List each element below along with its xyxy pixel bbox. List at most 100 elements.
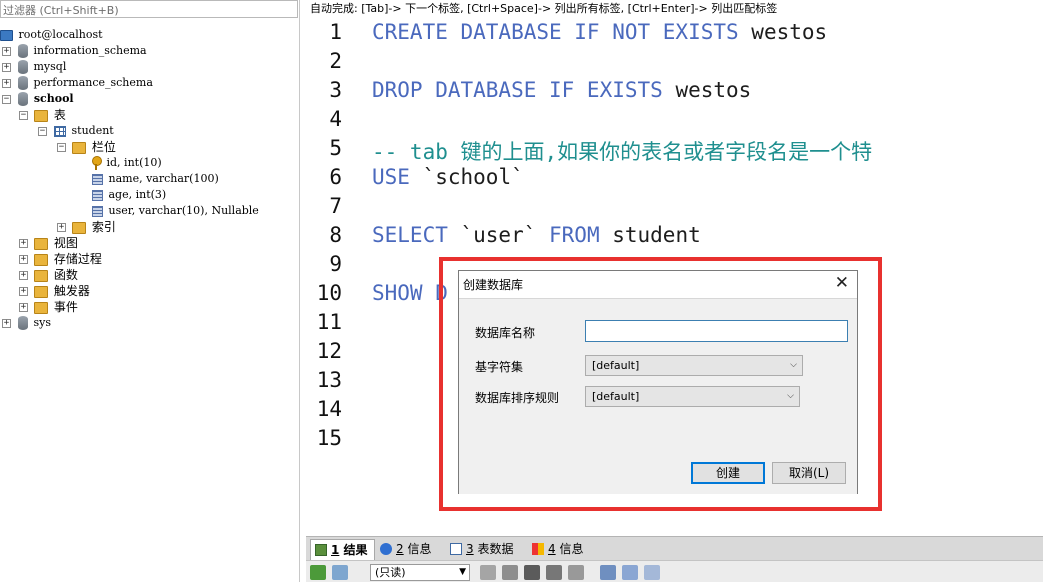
collapse-icon[interactable]: − bbox=[38, 127, 47, 136]
dialog-body: 数据库名称 基字符集 [default] ⌵ 数据库排序规则 [default] ⌵… bbox=[459, 298, 857, 494]
filter-input[interactable]: 过滤器 (Ctrl+Shift+B) bbox=[0, 0, 298, 18]
tree-node-column[interactable]: name, varchar(100) bbox=[92, 171, 219, 187]
tree-node-database[interactable]: performance_schema bbox=[18, 75, 153, 91]
collapse-icon[interactable]: − bbox=[19, 111, 28, 120]
tree-node-views-folder[interactable]: 视图 bbox=[34, 235, 78, 251]
folder-icon bbox=[34, 109, 48, 122]
expand-icon[interactable]: + bbox=[2, 79, 11, 88]
expand-icon[interactable]: + bbox=[19, 303, 28, 312]
database-icon bbox=[18, 92, 28, 106]
delete-icon[interactable] bbox=[546, 565, 562, 580]
duplicate-row-icon[interactable] bbox=[502, 565, 518, 580]
database-name-label: 数据库名称 bbox=[475, 326, 536, 340]
charset-select[interactable]: [default] ⌵ bbox=[585, 355, 803, 376]
tree-node-procedures-folder[interactable]: 存储过程 bbox=[34, 251, 102, 267]
line-number: 4 bbox=[329, 107, 342, 131]
tab-info[interactable]: 4 信息 bbox=[528, 539, 589, 561]
dialog-title: 创建数据库 bbox=[463, 278, 524, 292]
line-number: 1 bbox=[329, 20, 342, 44]
close-icon[interactable]: ✕ bbox=[835, 273, 849, 293]
collation-select[interactable]: [default] ⌵ bbox=[585, 386, 800, 407]
column-icon bbox=[92, 189, 103, 201]
export-icon[interactable] bbox=[310, 565, 326, 580]
tree-node-functions-folder[interactable]: 函数 bbox=[34, 267, 78, 283]
chevron-down-icon: ⌵ bbox=[787, 391, 794, 401]
line-number: 13 bbox=[316, 368, 342, 392]
tree-node-table[interactable]: student bbox=[54, 123, 114, 139]
line-number: 6 bbox=[329, 165, 342, 189]
expand-icon[interactable]: + bbox=[19, 287, 28, 296]
grid-icon bbox=[315, 544, 327, 556]
info-icon bbox=[380, 543, 392, 555]
tree-node-triggers-folder[interactable]: 触发器 bbox=[34, 283, 90, 299]
tab-messages[interactable]: 2 信息 bbox=[376, 539, 437, 561]
code-line: SELECT `user` FROM student bbox=[372, 223, 701, 247]
folder-icon bbox=[34, 301, 48, 314]
sql-keyword: DROP DATABASE IF EXISTS bbox=[372, 78, 663, 102]
form-view-icon[interactable] bbox=[622, 565, 638, 580]
result-tabs: 1 结果 2 信息 3 表数据 4 信息 bbox=[306, 536, 1043, 561]
tree-node-column[interactable]: user, varchar(10), Nullable bbox=[92, 203, 259, 219]
charset-label: 基字符集 bbox=[475, 360, 524, 374]
cancel-button[interactable]: 取消(L) bbox=[772, 462, 846, 484]
expand-icon[interactable]: + bbox=[57, 223, 66, 232]
autocomplete-hint: 自动完成: [Tab]-> 下一个标签, [Ctrl+Space]-> 列出所有… bbox=[306, 0, 1043, 18]
cancel-changes-icon[interactable] bbox=[568, 565, 584, 580]
save-icon[interactable] bbox=[524, 565, 540, 580]
database-icon bbox=[18, 76, 28, 90]
column-icon bbox=[92, 173, 103, 185]
code-line: SHOW D bbox=[372, 281, 448, 305]
line-number: 2 bbox=[329, 49, 342, 73]
line-number-gutter: 1 2 3 4 5 6 7 8 9 10 11 12 13 14 15 bbox=[306, 18, 368, 534]
tree-node-column[interactable]: id, int(10) bbox=[92, 155, 162, 171]
expand-icon[interactable]: + bbox=[19, 255, 28, 264]
expand-icon[interactable]: + bbox=[19, 239, 28, 248]
sql-identifier: westos bbox=[662, 78, 752, 102]
table-icon bbox=[54, 125, 66, 137]
chevron-down-icon: ▼ bbox=[459, 567, 466, 577]
tree-node-columns-folder[interactable]: 栏位 bbox=[72, 139, 116, 155]
grid-view-icon[interactable] bbox=[600, 565, 616, 580]
readonly-select[interactable]: (只读) ▼ bbox=[370, 564, 470, 581]
folder-icon bbox=[72, 141, 86, 154]
column-icon bbox=[92, 205, 103, 217]
collapse-icon[interactable]: − bbox=[2, 95, 11, 104]
tree-node-database-school[interactable]: school bbox=[18, 91, 74, 107]
tree-node-database[interactable]: sys bbox=[18, 315, 51, 331]
tree-node-root[interactable]: root@localhost bbox=[0, 27, 103, 43]
database-name-input[interactable] bbox=[585, 320, 848, 342]
tree-node-index-folder[interactable]: 索引 bbox=[72, 219, 116, 235]
primary-key-icon bbox=[92, 156, 102, 170]
collapse-icon[interactable]: − bbox=[57, 143, 66, 152]
create-button[interactable]: 创建 bbox=[691, 462, 765, 484]
folder-icon bbox=[72, 221, 86, 234]
collation-label: 数据库排序规则 bbox=[475, 391, 560, 405]
tree-node-database[interactable]: information_schema bbox=[18, 43, 147, 59]
result-toolbar: (只读) ▼ bbox=[306, 560, 1043, 582]
tab-table-data[interactable]: 3 表数据 bbox=[446, 539, 519, 561]
info-chart-icon bbox=[532, 543, 544, 555]
tree-node-database[interactable]: mysql bbox=[18, 59, 66, 75]
line-number: 12 bbox=[316, 339, 342, 363]
folder-icon bbox=[34, 285, 48, 298]
expand-icon[interactable]: + bbox=[19, 271, 28, 280]
line-number: 14 bbox=[316, 397, 342, 421]
tab-results[interactable]: 1 结果 bbox=[310, 539, 375, 561]
sql-keyword: SHOW D bbox=[372, 281, 448, 305]
object-browser: 过滤器 (Ctrl+Shift+B) root@localhost + info… bbox=[0, 0, 300, 582]
server-icon bbox=[0, 29, 13, 41]
text-view-icon[interactable] bbox=[644, 565, 660, 580]
expand-icon[interactable]: + bbox=[2, 47, 11, 56]
add-row-icon[interactable] bbox=[480, 565, 496, 580]
line-number: 3 bbox=[329, 78, 342, 102]
tree-node-tables-folder[interactable]: 表 bbox=[34, 107, 66, 123]
tree-node-column[interactable]: age, int(3) bbox=[92, 187, 166, 203]
tree-node-events-folder[interactable]: 事件 bbox=[34, 299, 78, 315]
create-database-dialog: 创建数据库 ✕ 数据库名称 基字符集 [default] ⌵ 数据库排序规则 [d… bbox=[458, 270, 858, 494]
line-number: 7 bbox=[329, 194, 342, 218]
expand-icon[interactable]: + bbox=[2, 319, 11, 328]
line-number: 5 bbox=[329, 136, 342, 160]
expand-icon[interactable]: + bbox=[2, 63, 11, 72]
import-icon[interactable] bbox=[332, 565, 348, 580]
line-number: 15 bbox=[316, 426, 342, 450]
